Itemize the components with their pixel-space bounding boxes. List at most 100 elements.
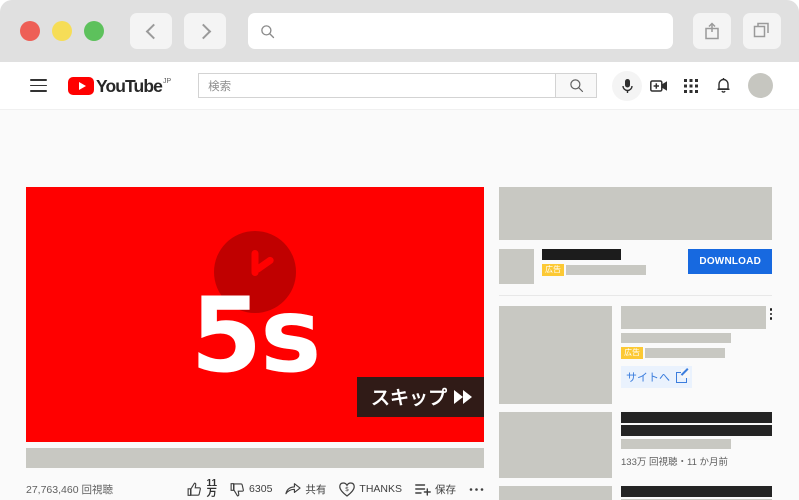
svg-text:$: $ xyxy=(345,485,349,493)
sidebar-ad-channel-placeholder xyxy=(621,333,731,343)
related-video-thumbnail[interactable] xyxy=(499,412,612,478)
share-label: 共有 xyxy=(305,483,327,496)
hamburger-bar xyxy=(30,89,47,92)
save-label: 保存 xyxy=(435,483,456,496)
sidebar-ad-title-placeholder xyxy=(621,306,766,329)
related-video-title-line xyxy=(621,425,772,436)
share-button[interactable]: 共有 xyxy=(285,482,326,497)
secondary-column: 広告 DOWNLOAD 広告 サイトへ 133万 回視聴・11 か月前 xyxy=(499,187,772,500)
search-icon xyxy=(261,24,275,38)
primary-column: 5s スキップ 27,763,460 回視聴 11 万 6305 共有 $ TH… xyxy=(26,187,484,500)
ad-badge: 広告 xyxy=(621,347,643,359)
related-video-title-line xyxy=(621,486,772,497)
thanks-button[interactable]: $ THANKS xyxy=(339,481,402,497)
search-input[interactable]: 検索 xyxy=(198,73,556,98)
sidebar-ad-thumbnail[interactable] xyxy=(499,306,612,404)
thanks-label: THANKS xyxy=(359,483,402,495)
search-icon xyxy=(569,79,583,93)
save-to-playlist-icon xyxy=(415,483,431,496)
promoted-app-card[interactable]: 広告 DOWNLOAD xyxy=(499,249,772,284)
youtube-logo-text: YouTube xyxy=(96,75,163,96)
ad-badge: 広告 xyxy=(542,264,564,276)
hamburger-bar xyxy=(30,84,47,87)
guide-menu-button[interactable] xyxy=(30,79,47,92)
related-video-body: 133万 回視聴・11 か月前 xyxy=(621,412,772,468)
tabs-button[interactable] xyxy=(743,13,781,49)
page-main: 5s スキップ 27,763,460 回視聴 11 万 6305 共有 $ TH… xyxy=(0,111,799,500)
share-button[interactable] xyxy=(693,13,731,49)
visit-site-label: サイトへ xyxy=(626,372,670,384)
kebab-dot xyxy=(769,308,772,311)
search-submit-button[interactable] xyxy=(555,73,598,98)
maximize-window-button[interactable] xyxy=(84,21,104,41)
forward-button[interactable] xyxy=(184,13,226,49)
view-count: 27,763,460 回視聴 xyxy=(26,483,113,496)
youtube-header: YouTube JP 検索 xyxy=(0,62,799,110)
more-actions-button[interactable] xyxy=(469,487,484,492)
video-progress-bar[interactable] xyxy=(26,437,484,442)
tabs-icon xyxy=(753,22,769,38)
sidebar-divider xyxy=(499,295,772,296)
related-video-body: YouTube xyxy=(621,486,772,500)
skip-ad-label: スキップ xyxy=(370,387,447,409)
mic-icon xyxy=(612,70,643,101)
sidebar-ad-meta: 広告 xyxy=(621,347,766,359)
sidebar-ad-meta-placeholder xyxy=(645,348,725,358)
related-video-item[interactable]: YouTube xyxy=(499,486,772,500)
account-avatar[interactable] xyxy=(748,73,774,98)
like-button[interactable]: 11 万 xyxy=(187,479,217,499)
promoted-app-title-placeholder xyxy=(542,249,621,260)
external-link-icon xyxy=(676,368,690,383)
related-video-title-line xyxy=(621,412,772,423)
youtube-page: YouTube JP 検索 5s スキップ 27,763,460 回視聴 11 … xyxy=(0,62,799,500)
sidebar-ad-card[interactable]: 広告 サイトへ xyxy=(499,306,772,404)
kebab-dot xyxy=(769,312,772,315)
dislike-button[interactable]: 6305 xyxy=(230,482,272,497)
notifications-button[interactable] xyxy=(707,70,739,102)
related-video-meta: 133万 回視聴・11 か月前 xyxy=(621,457,728,468)
close-window-button[interactable] xyxy=(20,21,40,41)
related-video-item[interactable]: 133万 回視聴・11 か月前 xyxy=(499,412,772,478)
app-root: YouTube JP 検索 5s スキップ 27,763,460 回視聴 11 … xyxy=(0,0,799,500)
video-meta-row: 27,763,460 回視聴 11 万 6305 共有 $ THANKS 保存 xyxy=(26,479,484,499)
hamburger-bar xyxy=(30,79,47,82)
sidebar-ad-menu-button[interactable] xyxy=(769,306,772,320)
save-button[interactable]: 保存 xyxy=(415,482,456,497)
ad-banner-placeholder[interactable] xyxy=(499,187,772,240)
share-icon xyxy=(705,22,719,40)
minimize-window-button[interactable] xyxy=(52,21,72,41)
voice-search-button[interactable] xyxy=(611,70,643,102)
bell-icon xyxy=(717,78,730,93)
ad-countdown: 5s xyxy=(190,276,322,396)
header-icons xyxy=(611,70,774,102)
window-controls xyxy=(20,21,104,41)
visit-site-link[interactable]: サイトへ xyxy=(621,366,692,388)
youtube-apps-button[interactable] xyxy=(675,70,707,102)
youtube-locale-label: JP xyxy=(162,77,172,85)
browser-url-bar[interactable] xyxy=(248,13,673,49)
dislike-count: 6305 xyxy=(249,483,273,495)
youtube-search: 検索 xyxy=(198,73,598,98)
promoted-app-subtitle-placeholder xyxy=(566,265,646,275)
kebab-dot xyxy=(769,317,772,320)
youtube-logo[interactable]: YouTube JP xyxy=(68,75,172,96)
create-video-icon xyxy=(650,79,668,92)
chevron-left-icon xyxy=(145,23,161,39)
related-video-channel-placeholder xyxy=(621,439,731,449)
thanks-heart-icon: $ xyxy=(339,481,356,497)
browser-nav xyxy=(130,13,226,49)
share-arrow-icon xyxy=(285,483,302,495)
thumbs-down-icon xyxy=(230,482,244,496)
download-button[interactable]: DOWNLOAD xyxy=(688,249,772,274)
browser-actions xyxy=(693,13,781,49)
video-player[interactable]: 5s スキップ xyxy=(26,187,484,437)
create-video-button[interactable] xyxy=(643,70,675,102)
skip-ad-button[interactable]: スキップ xyxy=(356,377,484,417)
like-count: 11 万 xyxy=(206,479,217,499)
browser-chrome xyxy=(0,0,799,62)
back-button[interactable] xyxy=(130,13,172,49)
related-video-thumbnail[interactable] xyxy=(499,486,612,500)
chevron-right-icon xyxy=(195,23,211,39)
youtube-play-icon xyxy=(68,76,94,95)
video-title-placeholder xyxy=(26,448,484,468)
